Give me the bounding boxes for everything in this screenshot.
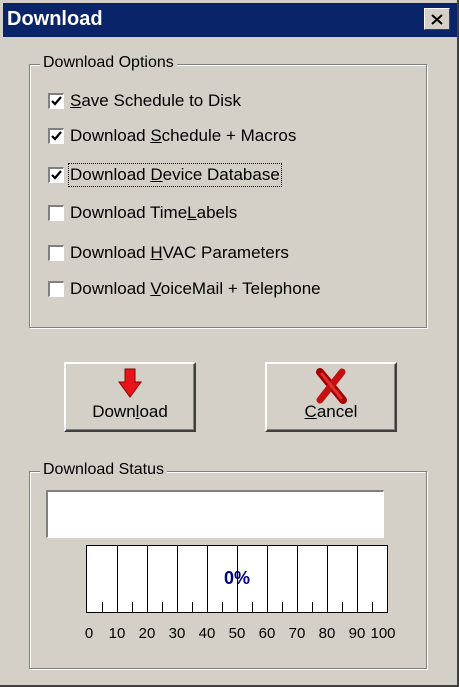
progress-percent: 0% bbox=[223, 568, 250, 588]
close-icon bbox=[431, 13, 443, 25]
progress-scale-label: 10 bbox=[108, 625, 126, 642]
progress-minor-tick bbox=[342, 602, 343, 612]
checkbox-box bbox=[48, 205, 64, 221]
cancel-button-label: Cancel bbox=[304, 402, 358, 421]
progress-meter: 0% bbox=[86, 545, 388, 613]
progress-scale-label: 0 bbox=[84, 625, 94, 642]
progress-minor-tick bbox=[252, 602, 253, 612]
cancel-button[interactable]: Cancel bbox=[265, 362, 397, 432]
option-label: Download TimeLabels bbox=[70, 203, 238, 222]
progress-minor-tick bbox=[372, 602, 373, 612]
option-label: Download Schedule + Macros bbox=[70, 126, 297, 145]
schedule-macros-checkbox[interactable]: Download Schedule + Macros bbox=[48, 125, 296, 147]
checkbox-box bbox=[48, 281, 64, 297]
checkmark-icon bbox=[51, 131, 62, 141]
download-button[interactable]: Download bbox=[64, 362, 196, 432]
progress-scale-label: 40 bbox=[198, 625, 216, 642]
download-status-legend: Download Status bbox=[40, 461, 167, 479]
progress-scale-label: 100 bbox=[370, 625, 396, 642]
progress-scale-label: 90 bbox=[348, 625, 366, 642]
checkbox-box bbox=[48, 128, 64, 144]
progress-scale-label: 60 bbox=[258, 625, 276, 642]
option-label: Save Schedule to Disk bbox=[70, 91, 242, 110]
option-label: Download HVAC Parameters bbox=[70, 243, 289, 262]
progress-minor-tick bbox=[162, 602, 163, 612]
window-title: Download bbox=[7, 8, 103, 30]
checkmark-icon bbox=[51, 170, 62, 180]
progress-scale-label: 80 bbox=[318, 625, 336, 642]
progress-minor-tick bbox=[192, 602, 193, 612]
close-button[interactable] bbox=[424, 8, 450, 30]
progress-minor-tick bbox=[132, 602, 133, 612]
progress-minor-tick bbox=[282, 602, 283, 612]
save-schedule-checkbox[interactable]: Save Schedule to Disk bbox=[48, 90, 241, 112]
option-label: Download Device Database bbox=[68, 163, 282, 187]
progress-scale-label: 70 bbox=[288, 625, 306, 642]
voicemail-telephone-checkbox[interactable]: Download VoiceMail + Telephone bbox=[48, 278, 321, 300]
progress-scale-label: 50 bbox=[228, 625, 246, 642]
download-dialog: Download Download Options Save Schedule … bbox=[0, 0, 459, 687]
download-button-label: Download bbox=[92, 402, 168, 421]
download-options-legend: Download Options bbox=[40, 54, 177, 72]
checkbox-box bbox=[48, 245, 64, 261]
progress-scale-label: 20 bbox=[138, 625, 156, 642]
device-database-checkbox[interactable]: Download Device Database bbox=[48, 163, 282, 187]
checkbox-box bbox=[48, 167, 64, 183]
timelabels-checkbox[interactable]: Download TimeLabels bbox=[48, 202, 237, 224]
checkbox-box bbox=[48, 93, 64, 109]
progress-minor-tick bbox=[312, 602, 313, 612]
progress-minor-tick bbox=[222, 602, 223, 612]
down-arrow-icon bbox=[118, 368, 142, 403]
status-message-field bbox=[46, 490, 384, 538]
checkmark-icon bbox=[51, 96, 62, 106]
option-label: Download VoiceMail + Telephone bbox=[70, 279, 321, 298]
progress-minor-tick bbox=[102, 602, 103, 612]
progress-scale-label: 30 bbox=[168, 625, 186, 642]
title-bar: Download bbox=[3, 3, 457, 37]
hvac-parameters-checkbox[interactable]: Download HVAC Parameters bbox=[48, 242, 289, 264]
